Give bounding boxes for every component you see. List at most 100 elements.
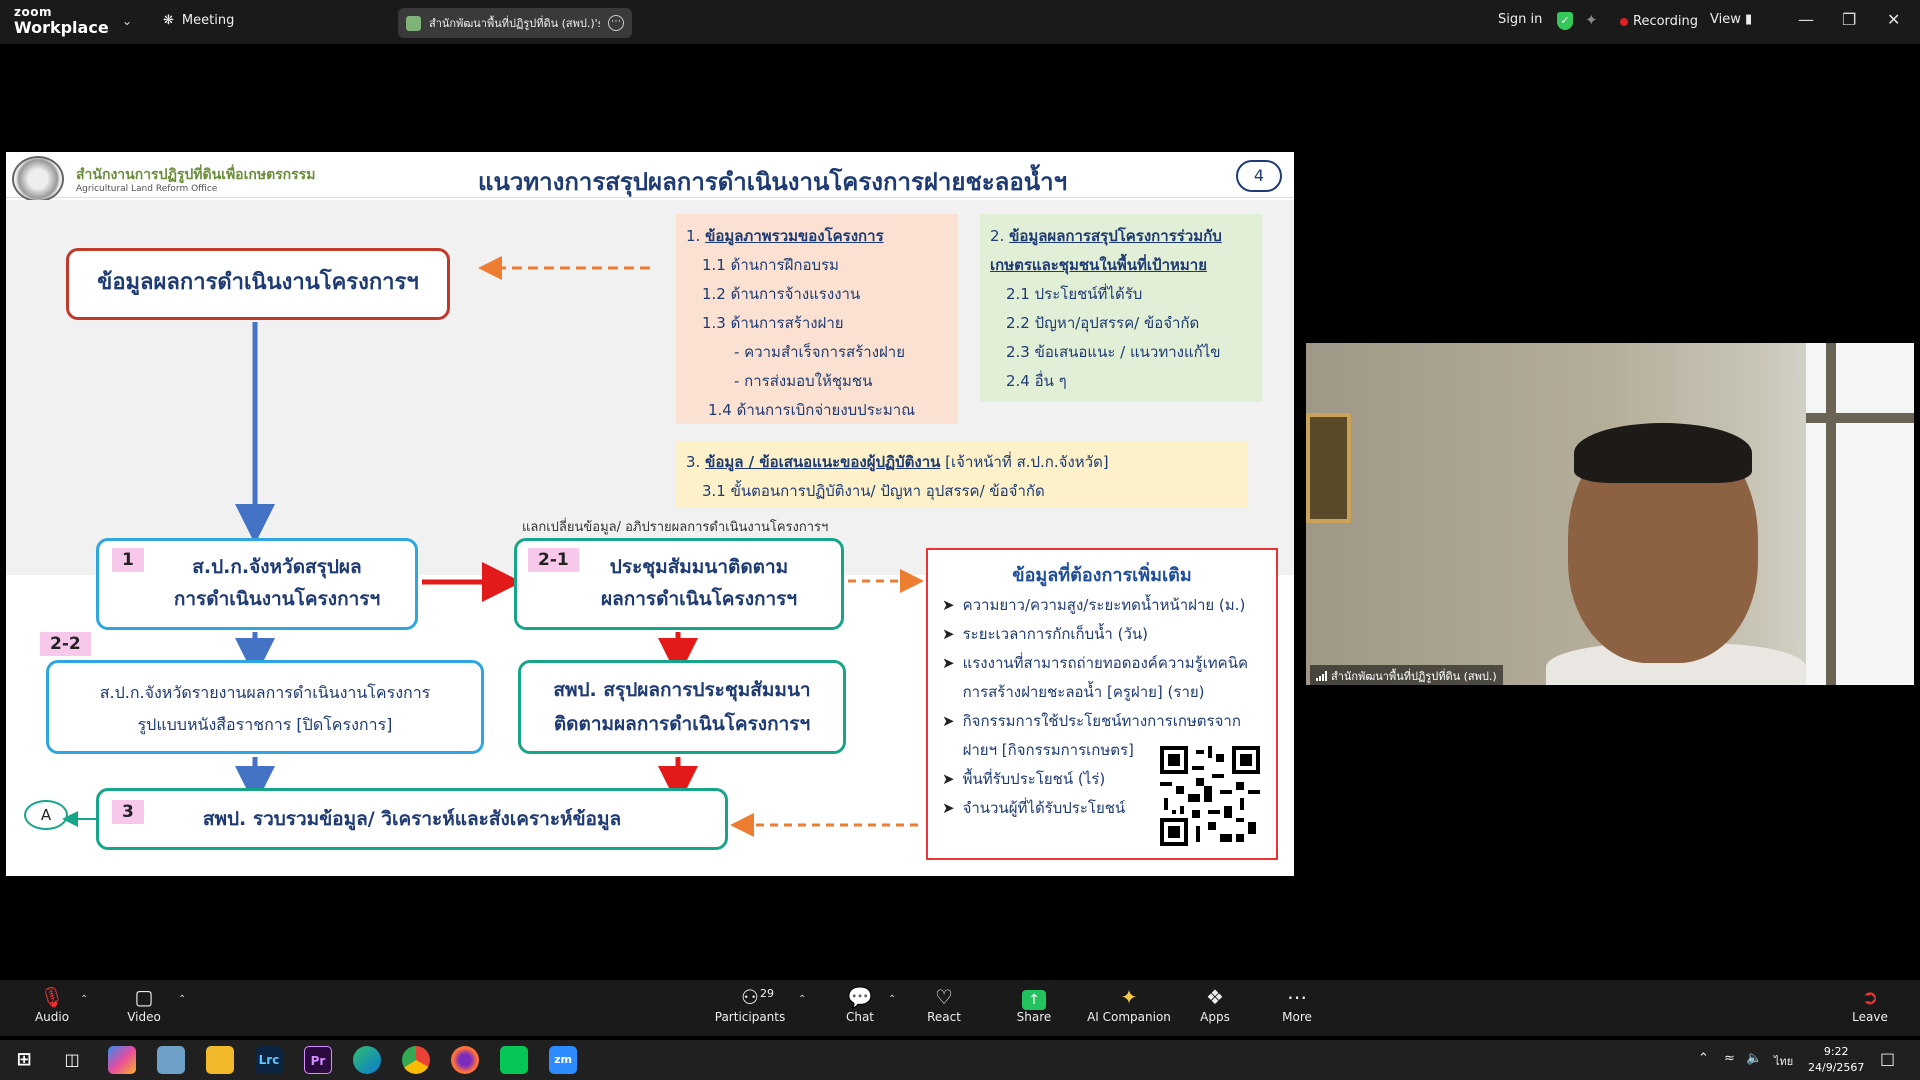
apps-label: Apps [1200,1010,1230,1024]
info1-item: 1.4 ด้านการเบิกจ่ายงบประมาณ [708,401,916,419]
input-language[interactable]: ไทย [1774,1052,1793,1070]
meeting-label: Meeting [181,13,235,28]
heart-icon: ♡ [935,985,953,1009]
zoom-app-icon[interactable]: zm [549,1046,577,1074]
react-label: React [927,1010,961,1024]
brand-top: zoom [14,5,52,19]
share-label: Share [1016,1010,1052,1024]
tab-title: สำนักพัฒนาพื้นที่ปฏิรูปที่ดิน (สพป.)'s s [429,17,600,30]
video-button[interactable]: ▢ Video [108,984,180,1024]
participants-label: Participants [714,1010,786,1024]
recording-label: Recording [1633,14,1699,29]
participant-name-label: สำนักพัฒนาพื้นที่ปฏิรูปที่ดิน (สพป.) [1310,665,1503,685]
info1-item: 1.1 ด้านการฝึกอบรม [702,256,839,274]
info1-item: 1.3 ด้านการสร้างฝาย [702,314,844,332]
firefox-icon[interactable] [451,1046,479,1074]
chevron-down-icon[interactable]: ⌄ [122,14,132,28]
ai-sparkle-icon[interactable]: ✦ [1585,11,1598,29]
additional-info-item: ➤ แรงงานที่สามารถถ่ายทอดองค์ความรู้เทคนิค… [942,649,1262,707]
info-staff-panel: 3. ข้อมูล / ข้อเสนอแนะของผู้ปฏิบัติงาน [… [676,442,1248,508]
participant-name: สำนักพัฒนาพื้นที่ปฏิรูปที่ดิน (สพป.) [1331,670,1497,683]
info-community-panel: 2. ข้อมูลผลการสรุปโครงการร่วมกับเกษตรและ… [980,214,1262,402]
step22-line1: ส.ป.ก.จังหวัดรายงานผลการดำเนินงานโครงการ [99,683,431,702]
participants-button[interactable]: ⚇ 29 Participants [714,984,786,1024]
leave-label: Leave [1852,1010,1888,1024]
video-window [1806,343,1914,685]
audio-options-caret-icon[interactable]: ⌃ [80,994,88,1005]
info3-heading: 3. ข้อมูล / ข้อเสนอแนะของผู้ปฏิบัติงาน [… [686,453,1109,471]
tray-overflow-icon[interactable]: ⌃ [1698,1051,1709,1066]
clock-date: 24/9/2567 [1808,1061,1865,1074]
participants-options-caret-icon[interactable]: ⌃ [798,994,806,1005]
step3-box: สพป. รวบรวมข้อมูล/ วิเคราะห์และสังเคราะห… [96,788,728,850]
meeting-tab[interactable]: สำนักพัฒนาพื้นที่ปฏิรูปที่ดิน (สพป.)'s s… [398,8,632,38]
windows-start-icon[interactable]: ⊞ [10,1046,38,1074]
recording-indicator[interactable]: Recording [1620,14,1698,29]
restore-icon[interactable]: ❐ [1842,10,1856,29]
signal-bars-icon [1316,671,1327,681]
step1-line1: ส.ป.ก.จังหวัดสรุปผล [192,556,362,578]
additional-info-box: ข้อมูลที่ต้องการเพิ่มเติม ➤ ความยาว/ความส… [926,548,1278,860]
additional-info-item: ➤ ระยะเวลาการกักเก็บน้ำ (วัน) [942,620,1262,649]
leave-door-icon: ➲ [1861,985,1879,1009]
ai-sparkle-icon: ✦ [1120,985,1138,1009]
step22-tag: 2-2 [40,632,91,656]
spp-summary-box: สพป. สรุปผลการประชุมสัมมนา ติดตามผลการดำ… [518,660,846,754]
info2-item: 2.3 ข้อเสนอแนะ / แนวทางแก้ไข [1006,343,1221,361]
chat-label: Chat [845,1010,875,1024]
bullet-arrow-icon: ➤ [942,654,955,672]
chat-options-caret-icon[interactable]: ⌃ [888,994,896,1005]
notification-icon[interactable]: □ [1880,1049,1895,1068]
share-button[interactable]: ↑ Share [998,984,1070,1024]
step21-line2: ผลการดำเนินโครงการฯ [600,588,798,610]
meeting-button[interactable]: ❋ Meeting [163,13,234,28]
chat-button[interactable]: 💬 Chat [824,984,896,1024]
premiere-icon[interactable]: Pr [304,1046,332,1074]
step1-box: ส.ป.ก.จังหวัดสรุปผล การดำเนินงานโครงการฯ [96,538,418,630]
info3-item: 3.1 ขั้นตอนการปฏิบัติงาน/ ปัญหา อุปสรรค/… [702,482,1045,500]
bullet-arrow-icon: ➤ [942,596,955,614]
sign-in-button[interactable]: Sign in [1498,12,1542,27]
edge-icon[interactable] [353,1046,381,1074]
system-clock[interactable]: 9:22 24/9/2567 [1808,1044,1864,1076]
tab-app-icon [406,15,421,31]
lightroom-icon[interactable]: Lrc [255,1046,283,1074]
step21-tag: 2-1 [528,548,579,572]
speaker-icon[interactable]: 🔈 [1746,1051,1762,1066]
step1-tag: 1 [112,548,144,572]
video-label: Video [127,1010,161,1024]
participant-count: 29 [760,987,774,1000]
line-app-icon[interactable] [500,1046,528,1074]
file-explorer-icon[interactable] [206,1046,234,1074]
encryption-shield-icon[interactable]: ✓ [1557,12,1573,30]
minimize-icon[interactable]: — [1798,10,1814,29]
task-view-icon[interactable]: ◫ [58,1046,86,1074]
leave-button[interactable]: ➲ Leave [1834,984,1906,1024]
more-label: More [1282,1010,1312,1024]
info1-heading: 1. ข้อมูลภาพรวมของโครงการ [686,227,884,245]
view-button[interactable]: View ▮ [1710,12,1752,27]
exchange-note: แลกเปลี่ยนข้อมูล/ อภิปรายผลการดำเนินงานโ… [522,520,829,535]
chrome-icon[interactable] [402,1046,430,1074]
ai-companion-button[interactable]: ✦ AI Companion [1082,984,1176,1024]
os-taskbar: ⊞ ◫ Lrc Pr zm ⌃ ≈ 🔈 ไทย 9:22 24/9/2567 □ [0,1040,1920,1080]
info1-subitem: - ความสำเร็จการสร้างฝาย [734,343,906,361]
wifi-icon[interactable]: ≈ [1724,1051,1735,1066]
more-options-icon[interactable]: ⋯ [608,15,624,31]
react-button[interactable]: ♡ React [908,984,980,1024]
participant-video-tile[interactable]: สำนักพัฒนาพื้นที่ปฏิรูปที่ดิน (สพป.) [1306,343,1914,685]
spp-line2: ติดตามผลการดำเนินโครงการฯ [553,713,811,735]
step22-box: ส.ป.ก.จังหวัดรายงานผลการดำเนินงานโครงการ… [46,660,484,754]
audio-button[interactable]: 🎙 Audio [16,984,88,1024]
copilot-icon[interactable] [108,1046,136,1074]
microphone-muted-icon: 🎙 [39,985,65,1009]
share-screen-icon: ↑ [998,984,1070,1010]
shared-slide: สำนักงานการปฏิรูปที่ดินเพื่อเกษตรกรรม Ag… [6,152,1294,876]
more-button[interactable]: ⋯ More [1261,984,1333,1024]
snipping-tool-icon[interactable] [157,1046,185,1074]
clock-time: 9:22 [1823,1045,1849,1058]
meeting-icon: ❋ [163,13,174,28]
close-icon[interactable]: ✕ [1887,10,1900,29]
apps-button[interactable]: ❖ Apps [1179,984,1251,1024]
video-options-caret-icon[interactable]: ⌃ [178,994,186,1005]
